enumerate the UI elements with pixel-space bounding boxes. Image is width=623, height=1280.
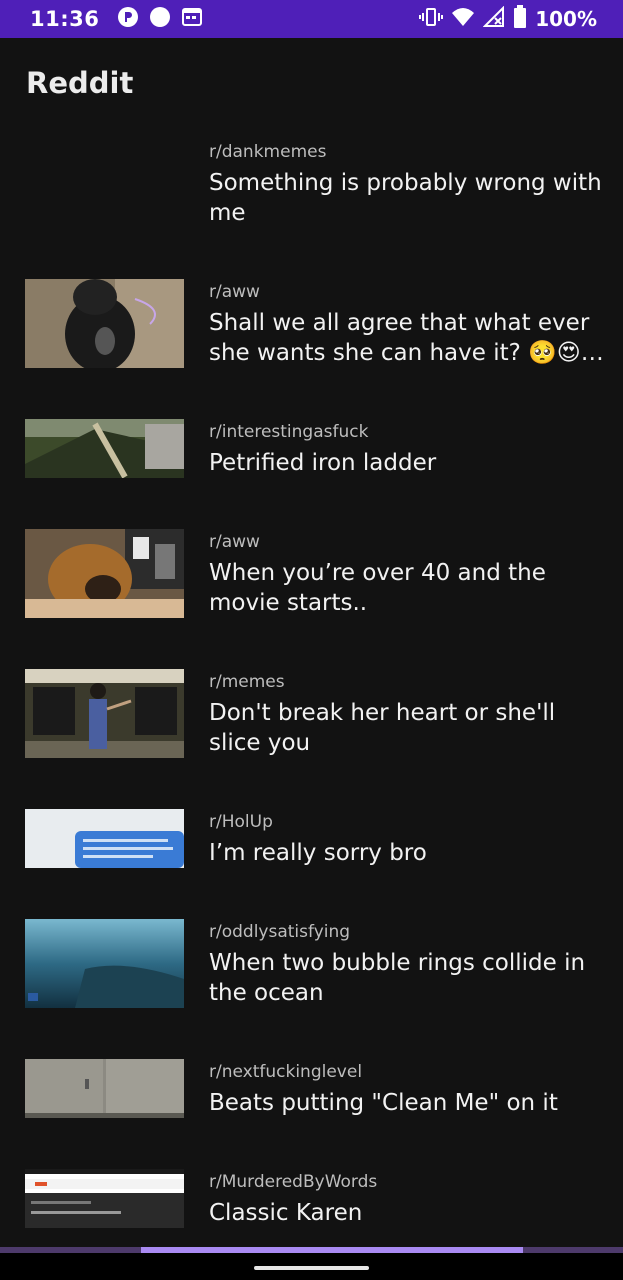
notification-p-icon — [117, 6, 139, 32]
post-item-6[interactable]: r/oddlysatisfying When two bubble rings … — [0, 914, 623, 1024]
post-title: Beats putting "Clean Me" on it — [209, 1090, 558, 1116]
post-title: Don't break her heart or she'll slice yo… — [209, 700, 556, 756]
post-thumbnail[interactable] — [25, 1169, 184, 1228]
circle-icon — [149, 6, 171, 32]
status-time: 11:36 — [30, 7, 100, 31]
post-title: When you’re over 40 and the movie starts… — [209, 560, 546, 616]
post-item-7[interactable]: r/nextfuckinglevel Beats putting "Clean … — [0, 1054, 623, 1144]
post-title: When two bubble rings collide in the oce… — [209, 950, 586, 1006]
post-item-2[interactable]: r/interestingasfuck Petrified iron ladde… — [0, 414, 623, 504]
status-bar: 11:36 100% — [0, 0, 623, 38]
post-title: I’m really sorry bro — [209, 840, 427, 866]
post-thumbnail[interactable] — [25, 919, 184, 1008]
vibrate-icon — [419, 6, 444, 32]
post-thumbnail[interactable] — [25, 529, 184, 618]
post-subreddit: r/aww — [209, 282, 260, 302]
app-title: Reddit — [26, 66, 134, 100]
wifi-icon — [451, 6, 475, 32]
post-item-5[interactable]: r/HolUp I’m really sorry bro — [0, 804, 623, 894]
post-subreddit: r/nextfuckinglevel — [209, 1062, 363, 1082]
post-title: Something is probably wrong with me — [209, 170, 602, 226]
post-subreddit: r/oddlysatisfying — [209, 922, 351, 942]
post-item-4[interactable]: r/memes Don't break her heart or she'll … — [0, 664, 623, 774]
home-gesture-handle[interactable] — [254, 1266, 369, 1270]
post-title: Classic Karen — [209, 1200, 363, 1226]
post-thumbnail[interactable] — [25, 809, 184, 868]
calendar-icon — [181, 6, 203, 32]
post-subreddit: r/dankmemes — [209, 142, 327, 162]
post-subreddit: r/aww — [209, 532, 260, 552]
post-thumbnail[interactable] — [25, 279, 184, 368]
post-title: Shall we all agree that what ever she wa… — [209, 310, 604, 366]
post-item-1[interactable]: r/aww Shall we all agree that what ever … — [0, 274, 623, 384]
post-thumbnail[interactable] — [25, 669, 184, 758]
post-title: Petrified iron ladder — [209, 450, 437, 476]
post-subreddit: r/MurderedByWords — [209, 1172, 378, 1192]
battery-icon — [513, 5, 527, 33]
post-subreddit: r/memes — [209, 672, 285, 692]
post-thumbnail[interactable] — [25, 1059, 184, 1118]
post-item-3[interactable]: r/aww When you’re over 40 and the movie … — [0, 524, 623, 634]
battery-percent: 100% — [535, 7, 597, 31]
post-subreddit: r/HolUp — [209, 812, 273, 832]
system-nav-bar — [0, 1253, 623, 1280]
post-item-0[interactable]: r/dankmemes Something is probably wrong … — [0, 134, 623, 254]
signal-icon — [482, 5, 505, 32]
post-subreddit: r/interestingasfuck — [209, 422, 369, 442]
post-thumbnail[interactable] — [25, 419, 184, 478]
bottom-fade — [0, 1228, 623, 1248]
